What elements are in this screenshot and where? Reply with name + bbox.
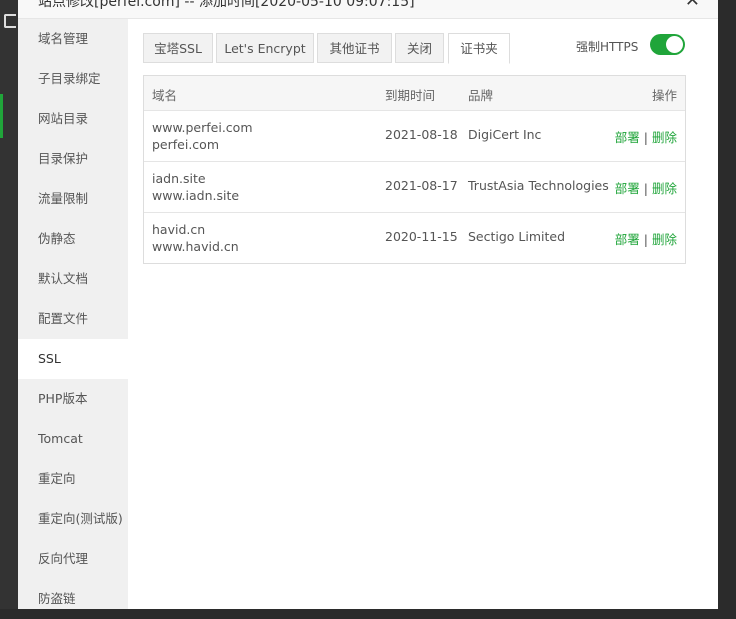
sidebar-item-ssl[interactable]: SSL: [18, 339, 128, 379]
tab-lets-encrypt[interactable]: Let's Encrypt: [216, 33, 314, 63]
header-domain: 域名: [152, 88, 178, 103]
delete-link[interactable]: 删除: [652, 130, 677, 145]
dialog-title: 站点修改[perfei.com] -- 添加时间[2020-05-10 09:0…: [38, 0, 415, 10]
domain-cell: www.perfei.com perfei.com: [152, 119, 253, 153]
actions-cell: 部署 | 删除: [615, 229, 677, 248]
force-https-label: 强制HTTPS: [576, 40, 639, 54]
dialog-titlebar: 站点修改[perfei.com] -- 添加时间[2020-05-10 09:0…: [18, 0, 718, 19]
action-separator: |: [643, 130, 648, 145]
table-row: iadn.site www.iadn.site 2021-08-17 Trust…: [144, 162, 685, 213]
sidebar-item-subdirectory-binding[interactable]: 子目录绑定: [18, 59, 128, 99]
sidebar-item-traffic-limit[interactable]: 流量限制: [18, 179, 128, 219]
sidebar-item-directory-protection[interactable]: 目录保护: [18, 139, 128, 179]
action-separator: |: [643, 181, 648, 196]
table-header: 域名 到期时间 品牌 操作: [144, 76, 685, 111]
header-actions: 操作: [651, 88, 677, 103]
domain-cell: havid.cn www.havid.cn: [152, 221, 239, 255]
domain-secondary: www.havid.cn: [152, 239, 239, 254]
header-brand: 品牌: [468, 88, 494, 103]
actions-cell: 部署 | 删除: [615, 178, 677, 197]
sidebar-item-reverse-proxy[interactable]: 反向代理: [18, 539, 128, 579]
expiry-cell: 2020-11-15: [385, 229, 458, 244]
delete-link[interactable]: 删除: [652, 232, 677, 247]
domain-secondary: www.iadn.site: [152, 188, 240, 203]
header-expiry: 到期时间: [385, 88, 436, 103]
domain-primary: havid.cn: [152, 222, 206, 237]
brand-cell: TrustAsia Technologies: [468, 178, 609, 193]
background-active-marker: [0, 94, 3, 138]
actions-cell: 部署 | 删除: [615, 127, 677, 146]
table-row: havid.cn www.havid.cn 2020-11-15 Sectigo…: [144, 213, 685, 263]
sidebar-item-hotlink-protection[interactable]: 防盗链: [18, 579, 128, 619]
sidebar-item-tomcat[interactable]: Tomcat: [18, 419, 128, 459]
certificate-table: 域名 到期时间 品牌 操作 www.perfei.com perfei.com …: [143, 75, 686, 264]
tab-baota-ssl[interactable]: 宝塔SSL: [143, 33, 213, 63]
expiry-cell: 2021-08-17: [385, 178, 458, 193]
brand-cell: DigiCert Inc: [468, 127, 542, 142]
sidebar-item-domain-management[interactable]: 域名管理: [18, 19, 128, 59]
ssl-content-panel: 宝塔SSL Let's Encrypt 其他证书 关闭 证书夹 强制HTTPS …: [128, 19, 703, 609]
table-row: www.perfei.com perfei.com 2021-08-18 Dig…: [144, 111, 685, 162]
domain-secondary: perfei.com: [152, 137, 219, 152]
deploy-link[interactable]: 部署: [615, 232, 640, 247]
sidebar-item-default-document[interactable]: 默认文档: [18, 259, 128, 299]
background-app-icon: [4, 14, 16, 28]
domain-primary: iadn.site: [152, 171, 206, 186]
sidebar-item-redirect-beta[interactable]: 重定向(测试版): [18, 499, 128, 539]
sidebar-item-site-directory[interactable]: 网站目录: [18, 99, 128, 139]
tab-certificate-folder[interactable]: 证书夹: [448, 33, 510, 64]
force-https-toggle[interactable]: [650, 34, 685, 55]
background-overlay-right: [718, 0, 736, 609]
settings-sidebar: 域名管理 子目录绑定 网站目录 目录保护 流量限制 伪静态 默认文档 配置文件 …: [18, 19, 128, 609]
background-app-strip: [0, 0, 18, 609]
sidebar-item-php-version[interactable]: PHP版本: [18, 379, 128, 419]
deploy-link[interactable]: 部署: [615, 181, 640, 196]
site-settings-dialog: 站点修改[perfei.com] -- 添加时间[2020-05-10 09:0…: [18, 0, 736, 609]
brand-cell: Sectigo Limited: [468, 229, 566, 244]
domain-primary: www.perfei.com: [152, 120, 253, 135]
tab-close[interactable]: 关闭: [395, 33, 444, 63]
sidebar-item-redirect[interactable]: 重定向: [18, 459, 128, 499]
delete-link[interactable]: 删除: [652, 181, 677, 196]
domain-cell: iadn.site www.iadn.site: [152, 170, 239, 204]
toggle-knob: [666, 36, 683, 53]
deploy-link[interactable]: 部署: [615, 130, 640, 145]
sidebar-item-config-file[interactable]: 配置文件: [18, 299, 128, 339]
close-icon[interactable]: ✕: [685, 0, 700, 11]
tab-other-certificate[interactable]: 其他证书: [317, 33, 392, 63]
action-separator: |: [643, 232, 648, 247]
expiry-cell: 2021-08-18: [385, 127, 458, 142]
sidebar-item-rewrite[interactable]: 伪静态: [18, 219, 128, 259]
